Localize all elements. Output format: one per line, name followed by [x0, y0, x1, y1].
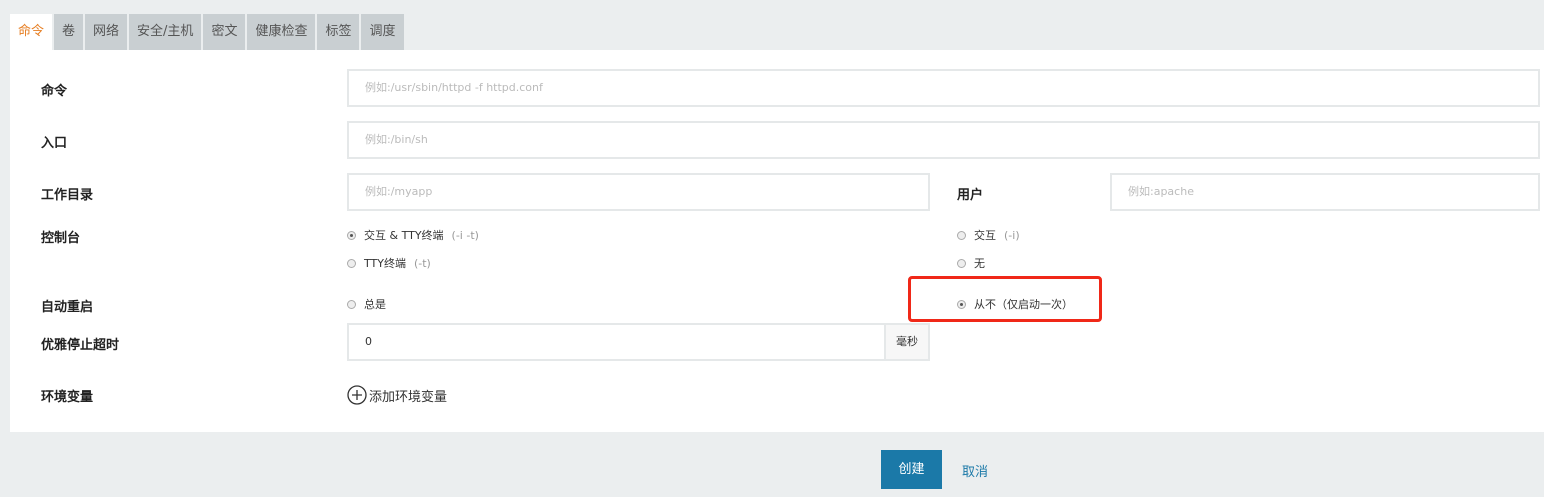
restart-label: 自动重启 — [41, 300, 94, 315]
tab-labels[interactable]: 标签 — [317, 14, 360, 50]
plus-circle-icon — [347, 385, 367, 405]
user-label: 用户 — [957, 188, 984, 203]
tab-secrets[interactable]: 密文 — [203, 14, 246, 50]
command-label: 命令 — [41, 84, 68, 99]
timeout-unit: 毫秒 — [885, 323, 930, 361]
add-env-button[interactable]: 添加环境变量 — [347, 385, 447, 405]
add-env-label: 添加环境变量 — [369, 389, 448, 405]
command-input[interactable]: 例如:/usr/sbin/httpd -f httpd.conf — [347, 69, 1540, 107]
create-button[interactable]: 创建 — [881, 450, 942, 489]
tab-command[interactable]: 命令 — [10, 14, 53, 50]
radio-icon — [347, 299, 356, 309]
timeout-input[interactable]: 0 — [347, 323, 886, 361]
tab-network[interactable]: 网络 — [85, 14, 128, 50]
option-hint: (-t) — [413, 256, 431, 270]
radio-icon — [957, 258, 966, 268]
radio-checked-icon — [957, 299, 966, 309]
entrypoint-label: 入口 — [41, 136, 68, 151]
workdir-label: 工作目录 — [41, 188, 94, 203]
console-option-interactive-tty[interactable]: 交互 & TTY终端 (-i -t) — [347, 227, 479, 243]
tab-volumes[interactable]: 卷 — [54, 14, 84, 50]
tab-health-check[interactable]: 健康检查 — [247, 14, 316, 50]
console-option-interactive[interactable]: 交互 (-i) — [957, 227, 1020, 243]
option-hint: (-i) — [1004, 228, 1020, 242]
tab-scheduling[interactable]: 调度 — [361, 14, 404, 50]
tab-bar: 命令 卷 网络 安全/主机 密文 健康检查 标签 调度 — [10, 14, 404, 50]
option-label: 交互 & TTY终端 — [364, 229, 444, 242]
user-input[interactable]: 例如:apache — [1110, 173, 1540, 211]
console-option-tty[interactable]: TTY终端 (-t) — [347, 255, 431, 271]
option-label: 无 — [974, 257, 985, 270]
radio-checked-icon — [347, 230, 356, 240]
console-label: 控制台 — [41, 231, 81, 246]
radio-icon — [957, 230, 966, 240]
option-label: 从不（仅启动一次） — [974, 298, 1073, 311]
workdir-input[interactable]: 例如:/myapp — [347, 173, 930, 211]
option-label: 总是 — [364, 298, 386, 311]
entrypoint-input[interactable]: 例如:/bin/sh — [347, 121, 1540, 159]
cancel-button[interactable]: 取消 — [962, 461, 988, 480]
console-option-none[interactable]: 无 — [957, 255, 985, 271]
radio-icon — [347, 258, 356, 268]
option-label: TTY终端 — [364, 257, 406, 270]
restart-option-always[interactable]: 总是 — [347, 296, 386, 312]
option-hint: (-i -t) — [451, 228, 479, 242]
restart-option-never[interactable]: 从不（仅启动一次） — [957, 296, 1073, 312]
env-label: 环境变量 — [41, 390, 94, 405]
option-label: 交互 — [974, 229, 996, 242]
form-panel — [10, 50, 1544, 432]
timeout-label: 优雅停止超时 — [41, 338, 120, 353]
tab-security-host[interactable]: 安全/主机 — [129, 14, 202, 50]
